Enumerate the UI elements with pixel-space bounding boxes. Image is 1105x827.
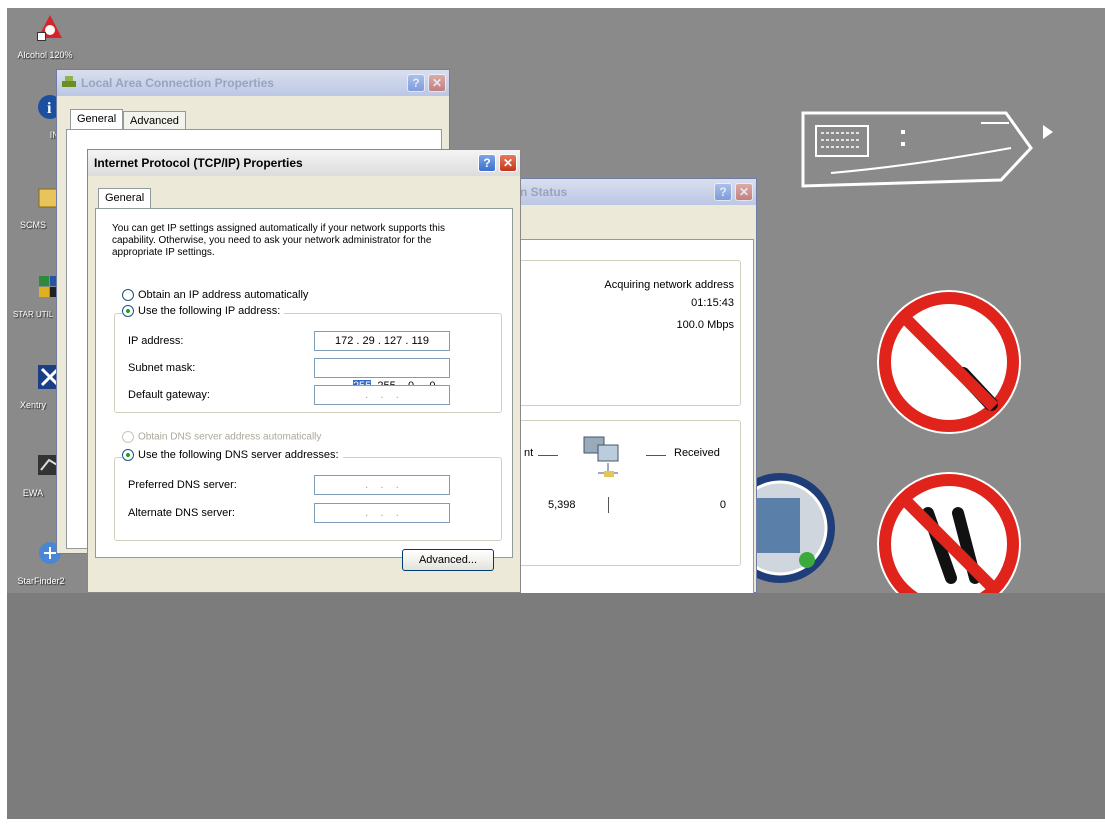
- status-value: Acquiring network address: [604, 279, 734, 291]
- svg-text:i: i: [47, 100, 52, 117]
- window-title: Internet Protocol (TCP/IP) Properties: [94, 156, 303, 170]
- desktop-icon-label: Alcohol 120%: [17, 50, 73, 60]
- default-gateway-field[interactable]: . . .: [314, 385, 450, 405]
- tcpip-panel: You can get IP settings assigned automat…: [95, 208, 513, 571]
- ip-address-field[interactable]: 172 . 29 . 127 . 119: [314, 331, 450, 351]
- desktop-icon-label: STAR UTILITIES: [13, 310, 53, 319]
- desktop-icon-label: SCMS: [19, 220, 46, 230]
- radio-label: Use the following DNS server addresses:: [138, 449, 339, 461]
- desktop: Alcohol 120% i INF SCMS STAR UTILITIES X…: [7, 8, 1105, 819]
- no-pen-icon: [873, 468, 1025, 616]
- radio-manual-dns[interactable]: Use the following DNS server addresses:: [122, 449, 343, 462]
- tab-general[interactable]: General: [70, 109, 124, 129]
- received-label: Received: [674, 447, 720, 459]
- preferred-dns-field[interactable]: . . .: [314, 475, 450, 495]
- received-line: [646, 455, 666, 456]
- alternate-dns-field[interactable]: . . .: [314, 503, 450, 523]
- radio-label: Obtain an IP address automatically: [138, 289, 309, 301]
- close-button[interactable]: ✕: [428, 74, 446, 92]
- speed-value: 100.0 Mbps: [676, 319, 734, 331]
- keyboard-graphic: [801, 108, 1041, 191]
- preferred-dns-label: Preferred DNS server:: [128, 479, 237, 491]
- radio-button[interactable]: [122, 289, 134, 302]
- divider: [608, 497, 609, 513]
- desktop-icon-label: Xentry: [19, 400, 46, 410]
- radio-auto-ip[interactable]: Obtain an IP address automatically: [122, 289, 309, 302]
- dns-group: [114, 457, 502, 541]
- help-button[interactable]: ?: [407, 74, 425, 92]
- radio-button[interactable]: [122, 431, 134, 443]
- window-title: n Status: [520, 185, 568, 199]
- no-screwdriver-icon: [873, 286, 1025, 441]
- close-button[interactable]: ✕: [499, 154, 517, 172]
- help-button[interactable]: ?: [714, 183, 732, 201]
- radio-button[interactable]: [122, 305, 134, 318]
- lac-window-icon: [61, 75, 77, 92]
- radio-label: Obtain DNS server address automatically: [138, 431, 322, 443]
- activity-group: nt Received 5,398 0: [517, 420, 741, 566]
- subnet-mask-label: Subnet mask:: [128, 362, 196, 374]
- tab-general[interactable]: General: [98, 188, 152, 208]
- tcpip-titlebar[interactable]: Internet Protocol (TCP/IP) Properties: [88, 150, 520, 176]
- close-button[interactable]: ✕: [735, 183, 753, 201]
- connection-group: Acquiring network address 01:15:43 100.0…: [517, 260, 741, 406]
- tcpip-properties-window[interactable]: Internet Protocol (TCP/IP) Properties ? …: [87, 149, 521, 593]
- desktop-icon-label: EWA: [22, 488, 44, 498]
- tab-advanced[interactable]: Advanced: [123, 111, 186, 131]
- desktop-icon-label: StarFinder2: [17, 576, 65, 586]
- radio-label: Use the following IP address:: [138, 305, 281, 317]
- sent-value: 5,398: [548, 499, 576, 511]
- help-button[interactable]: ?: [478, 154, 496, 172]
- network-computers-icon: [578, 433, 638, 484]
- next-arrow-icon[interactable]: [1041, 124, 1055, 143]
- blue-circle-graphic: [725, 468, 840, 591]
- radio-auto-dns[interactable]: Obtain DNS server address automatically: [122, 431, 321, 443]
- received-value: 0: [719, 499, 726, 511]
- subnet-mask-field[interactable]: 255. 255 . 0 . 0: [314, 358, 450, 392]
- sent-line: [538, 455, 558, 456]
- radio-button[interactable]: [122, 449, 134, 462]
- lac-titlebar[interactable]: Local Area Connection Properties: [57, 70, 449, 96]
- status-window[interactable]: n Status ? ✕ Acquiring network address 0…: [509, 178, 757, 594]
- status-panel: Acquiring network address 01:15:43 100.0…: [510, 239, 754, 594]
- alternate-dns-label: Alternate DNS server:: [128, 507, 235, 519]
- description-text: You can get IP settings assigned automat…: [112, 223, 445, 258]
- duration-value: 01:15:43: [691, 297, 734, 309]
- lower-gray-area: [7, 593, 1105, 819]
- radio-manual-ip[interactable]: Use the following IP address:: [122, 305, 285, 318]
- desktop-icon-alcohol[interactable]: Alcohol 120%: [13, 10, 77, 66]
- default-gateway-label: Default gateway:: [128, 389, 210, 401]
- ip-address-label: IP address:: [128, 335, 184, 347]
- window-title: Local Area Connection Properties: [81, 76, 274, 90]
- sent-label: nt: [524, 447, 534, 459]
- advanced-button[interactable]: Advanced...: [402, 549, 494, 571]
